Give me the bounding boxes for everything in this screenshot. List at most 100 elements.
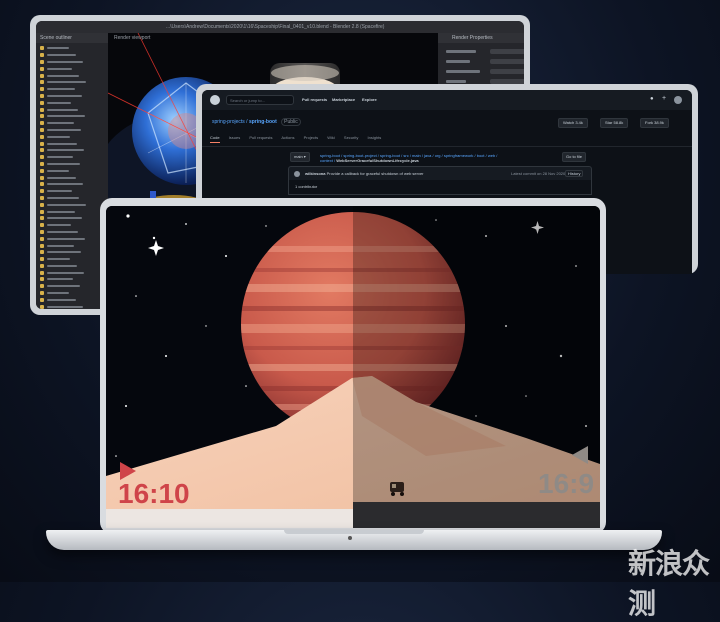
repo-owner-link[interactable]: spring-projects	[212, 119, 245, 125]
outliner-row[interactable]	[40, 86, 106, 93]
bell-icon[interactable]: ●	[650, 96, 654, 102]
object-icon	[40, 243, 44, 248]
outliner-row[interactable]	[40, 249, 106, 256]
object-icon	[40, 155, 44, 160]
object-name	[47, 237, 85, 240]
tab-issues[interactable]: Issues	[229, 135, 241, 140]
object-name	[47, 217, 82, 220]
nav-explore[interactable]: Explore	[362, 97, 377, 102]
outliner-row[interactable]	[40, 276, 106, 283]
nav-pull-requests[interactable]: Pull requests	[302, 97, 327, 102]
contributors-count[interactable]: 1 contributor	[295, 184, 317, 189]
object-name	[47, 292, 69, 295]
object-name	[47, 135, 70, 138]
object-name	[47, 122, 74, 125]
ratio-label-16-9: 16:9	[538, 468, 595, 499]
outliner-row[interactable]	[40, 93, 106, 100]
tab-projects[interactable]: Projects	[304, 135, 318, 140]
outliner-row[interactable]	[40, 174, 106, 181]
visibility-badge: Public	[281, 118, 301, 126]
outliner-row[interactable]	[40, 167, 106, 174]
outliner-row[interactable]	[40, 263, 106, 270]
object-icon	[40, 107, 44, 112]
star-button[interactable]: Star 58.8k	[600, 118, 629, 128]
outliner-row[interactable]	[40, 222, 106, 229]
outliner-row[interactable]	[40, 283, 106, 290]
branch-select[interactable]: main ▾	[290, 152, 310, 162]
object-icon	[40, 168, 44, 173]
outliner-row[interactable]	[40, 79, 106, 86]
outliner-row[interactable]	[40, 52, 106, 59]
outliner-row[interactable]	[40, 154, 106, 161]
object-icon	[40, 291, 44, 296]
outliner-row[interactable]	[40, 269, 106, 276]
outliner-row[interactable]	[40, 133, 106, 140]
object-name	[47, 244, 74, 247]
tab-wiki[interactable]: Wiki	[327, 135, 335, 140]
object-name	[47, 298, 76, 301]
object-icon	[40, 46, 44, 51]
editor-title: ...\Users\Andrew\Documents\2020\1\16\Spa…	[166, 24, 385, 30]
repo-name-link[interactable]: spring-boot	[249, 119, 277, 125]
object-icon	[40, 182, 44, 187]
object-icon	[40, 93, 44, 98]
ratio-label-16-10: 16:10	[118, 478, 190, 509]
outliner-row[interactable]	[40, 201, 106, 208]
object-icon	[40, 73, 44, 78]
outliner-row[interactable]	[40, 45, 106, 52]
outliner-row[interactable]	[40, 242, 106, 249]
github-logo-icon[interactable]	[210, 95, 220, 105]
outliner-row[interactable]	[40, 256, 106, 263]
outliner-row[interactable]	[40, 120, 106, 127]
fork-button[interactable]: Fork 38.9k	[640, 118, 669, 128]
object-name	[47, 264, 77, 267]
object-name	[47, 115, 85, 118]
outliner-row[interactable]	[40, 106, 106, 113]
search-input[interactable]: Search or jump to...	[226, 95, 294, 105]
object-icon	[40, 134, 44, 139]
plus-icon[interactable]: +	[662, 95, 666, 102]
outliner-row[interactable]	[40, 215, 106, 222]
tab-security[interactable]: Security	[344, 135, 358, 140]
outliner-row[interactable]	[40, 72, 106, 79]
outliner-row[interactable]	[40, 113, 106, 120]
tab-pull-requests[interactable]: Pull requests	[249, 135, 272, 140]
object-name	[47, 162, 80, 165]
outliner-row[interactable]	[40, 188, 106, 195]
outliner-row[interactable]	[40, 296, 106, 303]
outliner-row[interactable]	[40, 161, 106, 168]
object-icon	[40, 209, 44, 214]
outliner-row[interactable]	[40, 140, 106, 147]
outliner-row[interactable]	[40, 65, 106, 72]
avatar[interactable]	[674, 96, 682, 104]
outliner-row[interactable]	[40, 147, 106, 154]
outliner-row[interactable]	[40, 303, 106, 309]
outliner-row[interactable]	[40, 290, 106, 297]
tab-actions[interactable]: Actions	[281, 135, 294, 140]
outliner-row[interactable]	[40, 99, 106, 106]
object-name	[47, 224, 71, 227]
tab-insights[interactable]: Insights	[367, 135, 381, 140]
watch-button[interactable]: Watch 3.4k	[558, 118, 588, 128]
object-name	[47, 94, 82, 97]
tab-code[interactable]: Code	[210, 135, 220, 143]
outliner-row[interactable]	[40, 181, 106, 188]
outliner-row[interactable]	[40, 59, 106, 66]
object-name	[47, 156, 73, 159]
outliner-row[interactable]	[40, 235, 106, 242]
object-name	[47, 203, 86, 206]
go-to-file-button[interactable]: Go to file	[562, 152, 587, 162]
nav-marketplace[interactable]: Marketplace	[332, 97, 355, 102]
outliner-row[interactable]	[40, 208, 106, 215]
object-name	[47, 176, 76, 179]
object-icon	[40, 263, 44, 268]
front-screen: 16:10 16:9	[106, 206, 600, 528]
object-name	[47, 271, 84, 274]
outliner-row[interactable]	[40, 195, 106, 202]
object-name	[47, 81, 86, 84]
breadcrumb: spring-boot / spring-boot-project / spri…	[320, 153, 500, 163]
history-button[interactable]: History	[565, 170, 584, 177]
outliner-row[interactable]	[40, 127, 106, 134]
object-icon	[40, 304, 44, 309]
outliner-row[interactable]	[40, 229, 106, 236]
